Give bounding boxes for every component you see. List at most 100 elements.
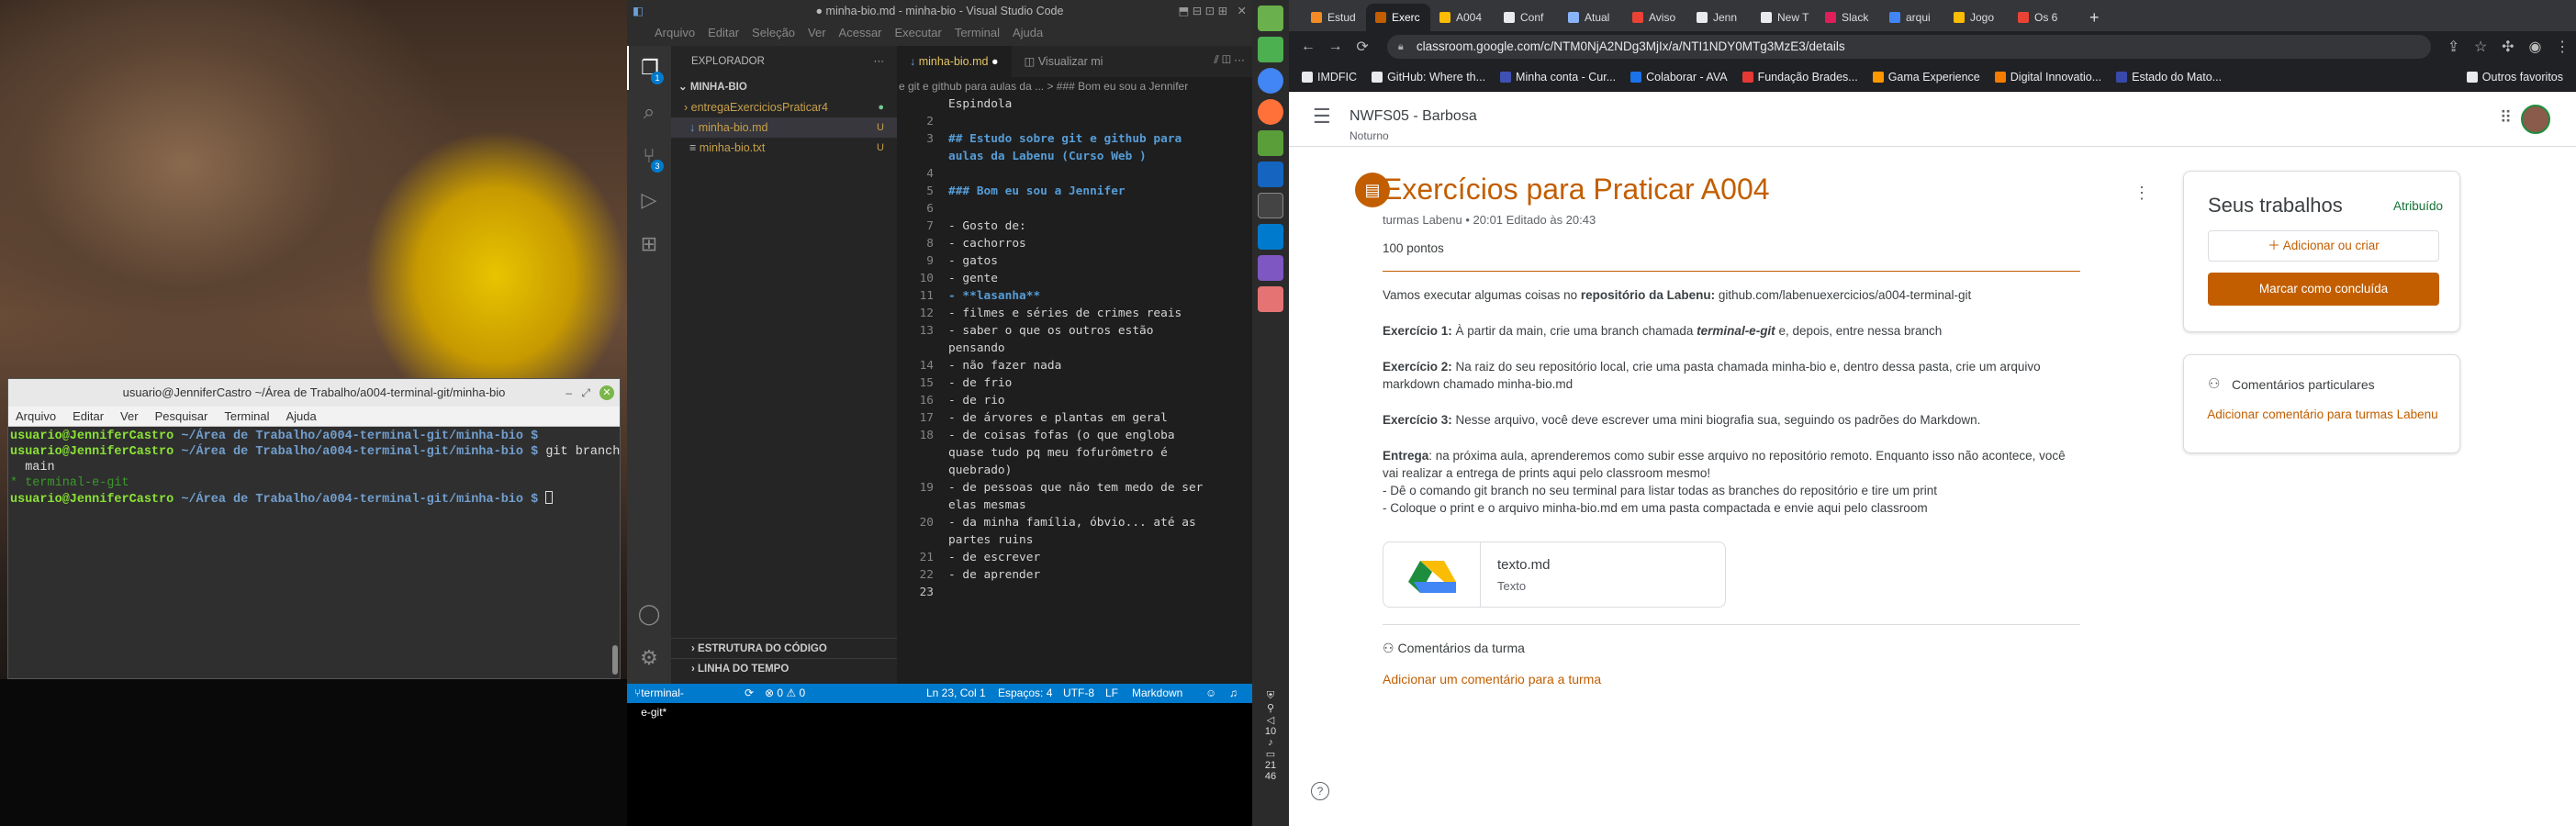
image-viewer-icon[interactable]	[1258, 286, 1283, 312]
code-line[interactable]: 6	[897, 200, 1209, 218]
explorer-icon[interactable]: ❐ 1	[627, 46, 671, 90]
browser-tab[interactable]: A004	[1430, 4, 1495, 31]
more-icon[interactable]: ···	[874, 46, 885, 77]
code-line[interactable]: 8 - cachorros	[897, 235, 1209, 252]
code-line[interactable]: 17 - de árvores e plantas em geral	[897, 409, 1209, 427]
extensions-icon[interactable]: ⊞	[627, 222, 671, 266]
terminal-app-icon[interactable]	[1258, 193, 1283, 218]
code-editor[interactable]: Espindola 2 3 ## Estudo sobre git e github …	[897, 95, 1209, 683]
menu-arquivo[interactable]: Arquivo	[655, 22, 695, 46]
bookmark-item[interactable]: GitHub: Where th...	[1372, 71, 1485, 84]
menu-ver[interactable]: Ver	[120, 407, 139, 426]
browser-tab[interactable]: New T	[1752, 4, 1816, 31]
feedback-icon[interactable]: ☺	[1205, 684, 1216, 703]
outline-section[interactable]: › ESTRUTURA DO CÓDIGO	[671, 638, 897, 658]
indentation-status[interactable]: Espaços: 4	[998, 684, 1052, 703]
menu-pesquisar[interactable]: Pesquisar	[155, 407, 208, 426]
menu-executar[interactable]: Executar	[895, 22, 942, 46]
code-line[interactable]: 10 - gente	[897, 270, 1209, 287]
chrome-icon[interactable]	[1258, 68, 1283, 94]
bookmark-star-icon[interactable]: ☆	[2467, 38, 2494, 56]
folder-root[interactable]: ⌄ MINHA-BIO	[671, 77, 897, 97]
back-icon[interactable]: ←	[1294, 39, 1322, 55]
terminal-titlebar[interactable]: usuario@JenniferCastro ~/Área de Trabalh…	[8, 379, 620, 407]
terminal-window[interactable]: usuario@JenniferCastro ~/Área de Trabalh…	[7, 378, 621, 679]
code-line[interactable]: 13 - saber o que os outros estão pensando	[897, 322, 1209, 357]
menu-editar[interactable]: Editar	[708, 22, 739, 46]
add-or-create-button[interactable]: ＋ Adicionar ou criar	[2208, 230, 2439, 262]
tab-minha-bio-md[interactable]: ↓ minha-bio.md ●	[897, 46, 1012, 77]
new-tab-icon[interactable]: +	[2073, 4, 2100, 31]
menu-terminal[interactable]: Terminal	[224, 407, 269, 426]
browser-tab[interactable]: Atual	[1559, 4, 1623, 31]
bookmark-item[interactable]: Outros favoritos	[2466, 71, 2563, 84]
account-icon[interactable]: ◯	[627, 592, 671, 636]
menu-terminal[interactable]: Terminal	[955, 22, 1000, 46]
bookmark-item[interactable]: Fundação Brades...	[1742, 71, 1858, 84]
browser-tab[interactable]: Aviso	[1623, 4, 1687, 31]
language-mode[interactable]: Markdown	[1132, 684, 1182, 703]
help-icon[interactable]: ?	[1311, 782, 1329, 800]
code-line[interactable]: 15 - de frio	[897, 374, 1209, 392]
code-line[interactable]: 2	[897, 113, 1209, 130]
vscode-window[interactable]: ◧ ● minha-bio.md - minha-bio - Visual St…	[627, 0, 1516, 719]
menu-ajuda[interactable]: Ajuda	[286, 407, 317, 426]
editor-actions-icon[interactable]: ⫽ ◫ ···	[1214, 53, 1245, 67]
inkscape-icon[interactable]	[1258, 162, 1283, 187]
editor-area[interactable]: ↓ minha-bio.md ● ◫ Visualizar mi ⫽ ◫ ···…	[897, 46, 1516, 684]
share-icon[interactable]: ⇪	[2440, 38, 2468, 56]
forward-icon[interactable]: →	[1322, 39, 1350, 55]
encoding-status[interactable]: UTF-8	[1063, 684, 1094, 703]
code-line[interactable]: 9 - gatos	[897, 252, 1209, 270]
browser-tab[interactable]: Exerc	[1366, 4, 1430, 31]
browser-tab[interactable]: Jogo	[1944, 4, 2009, 31]
code-line[interactable]: 3 ## Estudo sobre git e github para aulas…	[897, 130, 1209, 165]
shield-icon[interactable]: ⛨	[1252, 690, 1289, 702]
code-line[interactable]: 21 - de escrever	[897, 549, 1209, 566]
browser-tab[interactable]: Jenn	[1687, 4, 1752, 31]
mark-done-button[interactable]: Marcar como concluída	[2208, 273, 2439, 306]
browser-tab[interactable]: Os 6	[2009, 4, 2073, 31]
attachment-card[interactable]: texto.md Texto	[1383, 541, 1726, 608]
sync-icon[interactable]: ⟳	[745, 684, 754, 703]
menu-selecao[interactable]: Seleção	[752, 22, 795, 46]
code-line[interactable]: 7 - Gosto de:	[897, 218, 1209, 235]
menu-acessar[interactable]: Acessar	[839, 22, 882, 46]
minimize-icon[interactable]: –	[566, 379, 572, 407]
add-class-comment-link[interactable]: Adicionar um comentário para a turma	[1383, 672, 1601, 686]
tab-preview[interactable]: ◫ Visualizar mi	[1012, 46, 1116, 77]
browser-tab[interactable]: arqui	[1880, 4, 1944, 31]
profile-icon[interactable]: ◉	[2522, 38, 2549, 56]
terminal-output[interactable]: usuario@JenniferCastro ~/Área de Trabalh…	[8, 427, 620, 509]
settings-gear-icon[interactable]: ⚙	[627, 636, 671, 680]
run-debug-icon[interactable]: ▷	[627, 178, 671, 222]
browser-tab[interactable]: Slack	[1816, 4, 1880, 31]
reload-icon[interactable]: ⟳	[1349, 38, 1376, 56]
code-line[interactable]: 14 - não fazer nada	[897, 357, 1209, 374]
code-line[interactable]: 16 - de rio	[897, 392, 1209, 409]
code-line[interactable]: 20 - da minha família, óbvio... até as pa…	[897, 514, 1209, 549]
code-line[interactable]: 4	[897, 165, 1209, 183]
menu-ver[interactable]: Ver	[808, 22, 826, 46]
code-line[interactable]: 19 - de pessoas que não tem medo de ser e…	[897, 479, 1209, 514]
close-icon[interactable]: ✕	[599, 385, 614, 400]
browser-tab[interactable]: Estud	[1302, 4, 1366, 31]
firefox-icon[interactable]	[1258, 99, 1283, 125]
menu-ajuda[interactable]: Ajuda	[1013, 22, 1043, 46]
chrome-menu-icon[interactable]: ⋮	[2548, 38, 2576, 56]
terminal-scrollbar[interactable]	[612, 645, 618, 675]
notifications-bell-icon[interactable]: ♫	[1229, 684, 1238, 703]
extensions-icon[interactable]: ✣	[2494, 38, 2522, 56]
problems-status[interactable]: ⊗ 0 ⚠ 0	[765, 684, 805, 703]
bookmark-item[interactable]: Colaborar - AVA	[1630, 71, 1728, 84]
window-controls-icon[interactable]: ⬒ ⊟ ⊡ ⊞ ✕	[1178, 0, 1247, 22]
file-item[interactable]: ↓ minha-bio.md U	[671, 117, 897, 138]
file-item[interactable]: › entregaExerciciosPraticar4 ●	[671, 97, 897, 117]
cursor-position[interactable]: Ln 23, Col 1	[926, 684, 986, 703]
music-icon[interactable]: ♪	[1252, 737, 1289, 748]
files-icon[interactable]	[1258, 37, 1283, 62]
add-private-comment-link[interactable]: Adicionar comentário para turmas Labenu	[2202, 405, 2443, 425]
maximize-icon[interactable]: ⤢	[581, 379, 590, 407]
source-control-icon[interactable]: ⑂ 3	[627, 134, 671, 178]
breadcrumb[interactable]: e git e github para aulas da ... > ### B…	[897, 77, 1252, 95]
